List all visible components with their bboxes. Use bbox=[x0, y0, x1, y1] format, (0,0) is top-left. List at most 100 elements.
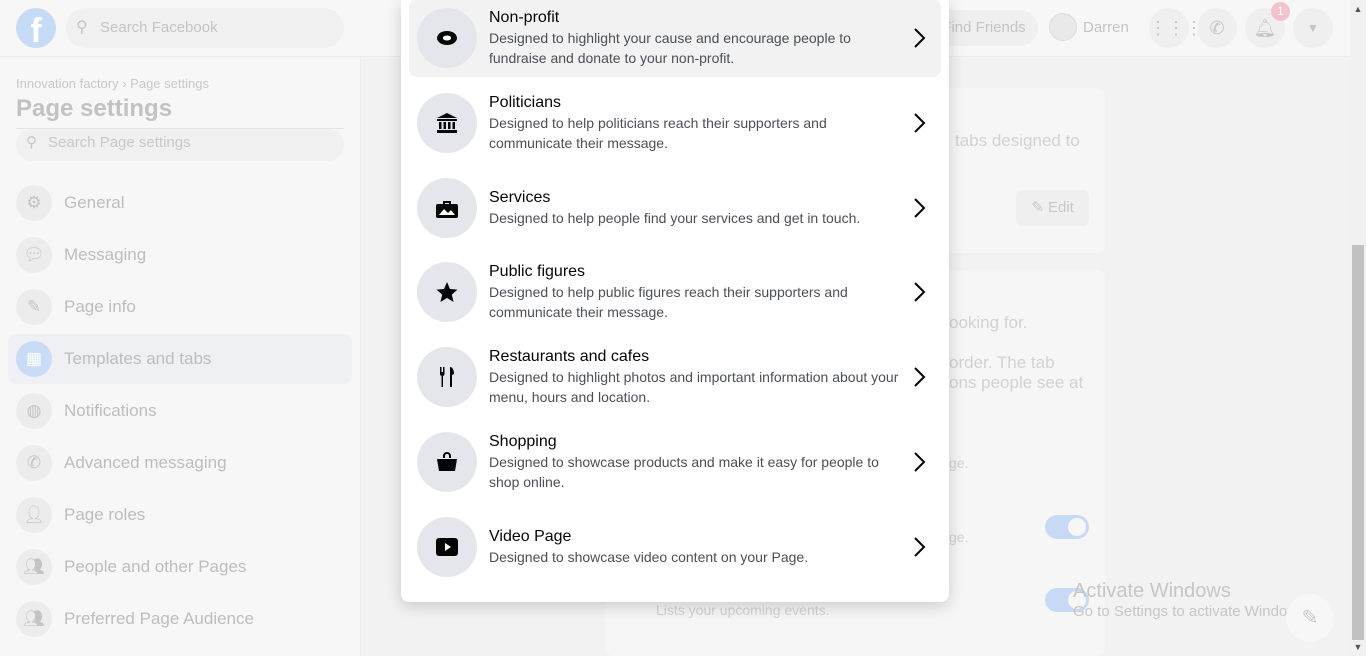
sidebar-item-preferred-page-audience[interactable]: 👥︎ Preferred Page Audience bbox=[8, 594, 352, 644]
sidebar-item-label: Messaging bbox=[64, 245, 147, 264]
facebook-logo[interactable]: f bbox=[16, 8, 56, 48]
globe-icon: ◍ bbox=[16, 393, 52, 429]
background-text: Lists your upcoming events. bbox=[656, 602, 830, 618]
video-play-icon bbox=[417, 517, 477, 577]
person-icon: 👤︎ bbox=[16, 497, 52, 533]
gear-icon: ⚙ bbox=[16, 185, 52, 221]
settings-sidebar: Innovation factory › Page settings Page … bbox=[0, 57, 361, 656]
government-building-icon bbox=[417, 93, 477, 153]
sidebar-item-label: Preferred Page Audience bbox=[64, 609, 254, 628]
sidebar-item-messaging[interactable]: 💬︎ Messaging bbox=[8, 230, 352, 280]
page-title: Page settings bbox=[16, 95, 173, 122]
background-text: tabs designed to bbox=[955, 131, 1080, 150]
grid-icon: ▦ bbox=[16, 341, 52, 377]
template-description: Designed to showcase video content on yo… bbox=[489, 549, 809, 565]
people-icon: 👥︎ bbox=[16, 601, 52, 637]
search-placeholder: Search Page settings bbox=[48, 134, 191, 151]
sidebar-item-label: Page info bbox=[64, 297, 136, 316]
background-text: ge. bbox=[949, 529, 969, 545]
messenger-button[interactable]: ✆ bbox=[1197, 8, 1237, 48]
grid-icon: ⋮⋮⋮ bbox=[1149, 18, 1203, 38]
edit-button[interactable]: ✎ Edit bbox=[1016, 190, 1089, 226]
background-text: ons people see at bbox=[949, 373, 1084, 392]
chat-icon: 💬︎ bbox=[16, 237, 52, 273]
search-icon: ⚲ bbox=[76, 19, 88, 36]
profile-button[interactable]: Darren bbox=[1049, 13, 1129, 43]
template-description: Designed to highlight your cause and enc… bbox=[489, 30, 851, 66]
chevron-right-icon bbox=[914, 282, 926, 302]
template-title: Restaurants and cafes bbox=[489, 348, 650, 365]
template-option-shopping[interactable]: Shopping Designed to showcase products an… bbox=[409, 423, 941, 501]
template-option-non-profit[interactable]: Non-profit Designed to highlight your cau… bbox=[409, 0, 941, 77]
user-name: Darren bbox=[1083, 19, 1129, 36]
sidebar-item-notifications[interactable]: ◍ Notifications bbox=[8, 386, 352, 436]
avatar bbox=[1049, 13, 1077, 41]
chevron-right-icon bbox=[914, 537, 926, 557]
notification-badge: 1 bbox=[1271, 2, 1290, 21]
chevron-right-icon bbox=[914, 28, 926, 48]
background-text: ooking for. bbox=[949, 313, 1028, 332]
template-description: Designed to help public figures reach th… bbox=[489, 284, 848, 320]
scroll-up-arrow[interactable]: ▲ bbox=[1352, 4, 1364, 14]
watermark-title: Activate Windows bbox=[1073, 580, 1231, 602]
fork-knife-icon bbox=[417, 347, 477, 407]
sidebar-item-advanced-messaging[interactable]: ✆ Advanced messaging bbox=[8, 438, 352, 488]
sidebar-item-people-and-other-pages[interactable]: 👥︎ People and other Pages bbox=[8, 542, 352, 592]
donation-icon bbox=[417, 8, 477, 68]
sidebar-item-label: General bbox=[64, 193, 125, 212]
search-facebook-input[interactable]: ⚲ Search Facebook bbox=[66, 8, 344, 48]
search-page-settings-input[interactable]: ⚲ Search Page settings bbox=[16, 129, 344, 161]
sidebar-item-templates-and-tabs[interactable]: ▦ Templates and tabs bbox=[8, 334, 352, 384]
bell-icon: 🔔︎ bbox=[1253, 18, 1277, 38]
windows-activation-watermark: Activate Windows Go to Settings to activ… bbox=[1073, 580, 1310, 620]
account-menu-button[interactable]: ▼ bbox=[1293, 8, 1333, 48]
edit-label: Edit bbox=[1047, 199, 1074, 216]
chevron-right-icon bbox=[914, 198, 926, 218]
template-option-video-page[interactable]: Video Page Designed to showcase video con… bbox=[409, 508, 941, 586]
sidebar-item-general[interactable]: ⚙ General bbox=[8, 178, 352, 228]
sidebar-item-page-roles[interactable]: 👤︎ Page roles bbox=[8, 490, 352, 540]
template-title: Non-profit bbox=[489, 9, 560, 26]
star-icon bbox=[417, 262, 477, 322]
search-placeholder: Search Facebook bbox=[100, 19, 218, 36]
scroll-down-arrow[interactable]: ▼ bbox=[1352, 642, 1364, 652]
template-option-services[interactable]: Services Designed to help people find you… bbox=[409, 169, 941, 247]
background-text: order. The tab bbox=[949, 353, 1055, 372]
pencil-icon: ✎ bbox=[16, 289, 52, 325]
briefcase-icon bbox=[417, 178, 477, 238]
shopping-bag-icon bbox=[417, 432, 477, 492]
template-title: Public figures bbox=[489, 263, 586, 280]
sidebar-item-label: Templates and tabs bbox=[64, 349, 212, 368]
sidebar-item-label: Notifications bbox=[64, 401, 157, 420]
sidebar-item-label: People and other Pages bbox=[64, 557, 247, 576]
template-title: Services bbox=[489, 189, 551, 206]
template-option-public-figures[interactable]: Public figures Designed to help public fi… bbox=[409, 253, 941, 331]
pencil-icon: ✎ bbox=[1031, 199, 1048, 216]
template-description: Designed to highlight photos and importa… bbox=[489, 369, 899, 405]
breadcrumb[interactable]: Innovation factory › Page settings bbox=[16, 76, 209, 91]
template-description: Designed to help politicians reach their… bbox=[489, 115, 827, 151]
sidebar-item-label: Page roles bbox=[64, 505, 146, 524]
chevron-right-icon bbox=[914, 367, 926, 387]
tab-toggle[interactable] bbox=[1045, 515, 1089, 539]
watermark-subtitle: Go to Settings to activate Windows. bbox=[1073, 603, 1310, 620]
scrollbar-thumb[interactable] bbox=[1352, 245, 1364, 640]
template-title: Shopping bbox=[489, 433, 557, 450]
people-icon: 👥︎ bbox=[16, 549, 52, 585]
new-message-button[interactable]: ✎ bbox=[1286, 594, 1334, 642]
messenger-icon: ✆ bbox=[16, 445, 52, 481]
messenger-icon: ✆ bbox=[1209, 18, 1225, 38]
template-option-politicians[interactable]: Politicians Designed to help politicians … bbox=[409, 84, 941, 162]
menu-grid-button[interactable]: ⋮⋮⋮ bbox=[1149, 8, 1203, 48]
search-icon: ⚲ bbox=[26, 134, 37, 151]
template-title: Video Page bbox=[489, 528, 572, 545]
chevron-right-icon bbox=[914, 452, 926, 472]
template-option-restaurants-and-cafes[interactable]: Restaurants and cafes Designed to highlig… bbox=[409, 338, 941, 416]
sidebar-item-page-info[interactable]: ✎ Page info bbox=[8, 282, 352, 332]
compose-icon: ✎ bbox=[1301, 607, 1319, 629]
template-description: Designed to showcase products and make i… bbox=[489, 454, 879, 490]
chevron-right-icon bbox=[914, 113, 926, 133]
caret-down-icon: ▼ bbox=[1307, 21, 1319, 35]
template-title: Politicians bbox=[489, 94, 562, 111]
background-text: ge. bbox=[949, 455, 969, 471]
